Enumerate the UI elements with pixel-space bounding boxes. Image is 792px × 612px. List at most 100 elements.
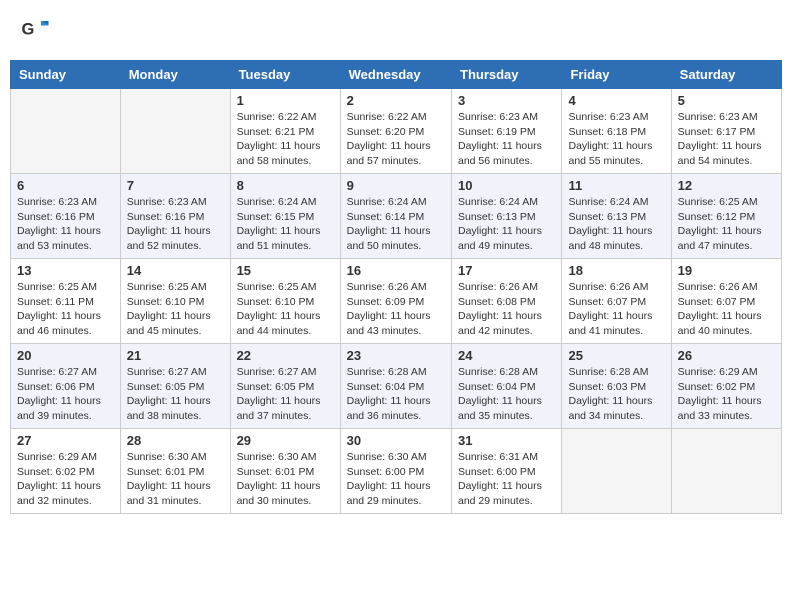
day-detail: Sunrise: 6:27 AMSunset: 6:05 PMDaylight:… — [237, 365, 334, 424]
day-number: 13 — [17, 263, 114, 278]
day-number: 3 — [458, 93, 555, 108]
day-detail: Sunrise: 6:29 AMSunset: 6:02 PMDaylight:… — [678, 365, 775, 424]
day-number: 15 — [237, 263, 334, 278]
calendar-cell: 28 Sunrise: 6:30 AMSunset: 6:01 PMDayligh… — [120, 429, 230, 514]
day-number: 19 — [678, 263, 775, 278]
day-number: 14 — [127, 263, 224, 278]
day-detail: Sunrise: 6:25 AMSunset: 6:12 PMDaylight:… — [678, 195, 775, 254]
logo-icon: G — [20, 15, 50, 45]
calendar-week-row: 1 Sunrise: 6:22 AMSunset: 6:21 PMDaylight… — [11, 89, 782, 174]
day-detail: Sunrise: 6:24 AMSunset: 6:13 PMDaylight:… — [458, 195, 555, 254]
day-detail: Sunrise: 6:31 AMSunset: 6:00 PMDaylight:… — [458, 450, 555, 509]
day-number: 23 — [347, 348, 445, 363]
page-header: G — [10, 10, 782, 50]
day-detail: Sunrise: 6:30 AMSunset: 6:00 PMDaylight:… — [347, 450, 445, 509]
calendar-cell: 16 Sunrise: 6:26 AMSunset: 6:09 PMDayligh… — [340, 259, 451, 344]
day-number: 10 — [458, 178, 555, 193]
calendar-cell: 6 Sunrise: 6:23 AMSunset: 6:16 PMDaylight… — [11, 174, 121, 259]
calendar-cell: 23 Sunrise: 6:28 AMSunset: 6:04 PMDayligh… — [340, 344, 451, 429]
day-detail: Sunrise: 6:30 AMSunset: 6:01 PMDaylight:… — [127, 450, 224, 509]
day-number: 25 — [568, 348, 664, 363]
day-detail: Sunrise: 6:26 AMSunset: 6:08 PMDaylight:… — [458, 280, 555, 339]
day-detail: Sunrise: 6:23 AMSunset: 6:18 PMDaylight:… — [568, 110, 664, 169]
calendar-cell: 25Sunrise: 6:28 AMSunset: 6:03 PMDayligh… — [562, 344, 671, 429]
day-detail: Sunrise: 6:23 AMSunset: 6:16 PMDaylight:… — [17, 195, 114, 254]
calendar-cell: 19 Sunrise: 6:26 AMSunset: 6:07 PMDayligh… — [671, 259, 781, 344]
calendar-cell: 15 Sunrise: 6:25 AMSunset: 6:10 PMDayligh… — [230, 259, 340, 344]
day-detail: Sunrise: 6:30 AMSunset: 6:01 PMDaylight:… — [237, 450, 334, 509]
calendar-cell: 22Sunrise: 6:27 AMSunset: 6:05 PMDayligh… — [230, 344, 340, 429]
day-detail: Sunrise: 6:24 AMSunset: 6:14 PMDaylight:… — [347, 195, 445, 254]
day-number: 6 — [17, 178, 114, 193]
svg-text:G: G — [22, 21, 35, 39]
calendar-cell: 8Sunrise: 6:24 AMSunset: 6:15 PMDaylight… — [230, 174, 340, 259]
calendar-cell: 17 Sunrise: 6:26 AMSunset: 6:08 PMDayligh… — [452, 259, 562, 344]
calendar-cell — [562, 429, 671, 514]
day-number: 9 — [347, 178, 445, 193]
column-header-friday: Friday — [562, 61, 671, 89]
calendar-cell — [671, 429, 781, 514]
calendar-week-row: 20Sunrise: 6:27 AMSunset: 6:06 PMDayligh… — [11, 344, 782, 429]
day-number: 17 — [458, 263, 555, 278]
day-number: 11 — [568, 178, 664, 193]
day-number: 16 — [347, 263, 445, 278]
day-detail: Sunrise: 6:26 AMSunset: 6:09 PMDaylight:… — [347, 280, 445, 339]
day-number: 26 — [678, 348, 775, 363]
calendar-cell: 4 Sunrise: 6:23 AMSunset: 6:18 PMDaylight… — [562, 89, 671, 174]
day-detail: Sunrise: 6:22 AMSunset: 6:21 PMDaylight:… — [237, 110, 334, 169]
logo: G — [20, 15, 54, 45]
calendar-cell: 2Sunrise: 6:22 AMSunset: 6:20 PMDaylight… — [340, 89, 451, 174]
day-number: 30 — [347, 433, 445, 448]
calendar-cell: 12 Sunrise: 6:25 AMSunset: 6:12 PMDayligh… — [671, 174, 781, 259]
day-number: 18 — [568, 263, 664, 278]
day-detail: Sunrise: 6:24 AMSunset: 6:13 PMDaylight:… — [568, 195, 664, 254]
calendar-cell: 7Sunrise: 6:23 AMSunset: 6:16 PMDaylight… — [120, 174, 230, 259]
calendar-cell: 29 Sunrise: 6:30 AMSunset: 6:01 PMDayligh… — [230, 429, 340, 514]
calendar-week-row: 13 Sunrise: 6:25 AMSunset: 6:11 PMDayligh… — [11, 259, 782, 344]
calendar-cell: 30 Sunrise: 6:30 AMSunset: 6:00 PMDayligh… — [340, 429, 451, 514]
day-number: 4 — [568, 93, 664, 108]
day-detail: Sunrise: 6:26 AMSunset: 6:07 PMDaylight:… — [678, 280, 775, 339]
day-number: 5 — [678, 93, 775, 108]
day-number: 7 — [127, 178, 224, 193]
column-header-tuesday: Tuesday — [230, 61, 340, 89]
calendar-header-row: SundayMondayTuesdayWednesdayThursdayFrid… — [11, 61, 782, 89]
day-detail: Sunrise: 6:27 AMSunset: 6:05 PMDaylight:… — [127, 365, 224, 424]
column-header-saturday: Saturday — [671, 61, 781, 89]
day-detail: Sunrise: 6:23 AMSunset: 6:19 PMDaylight:… — [458, 110, 555, 169]
calendar-cell: 31Sunrise: 6:31 AMSunset: 6:00 PMDayligh… — [452, 429, 562, 514]
day-number: 12 — [678, 178, 775, 193]
calendar-table: SundayMondayTuesdayWednesdayThursdayFrid… — [10, 60, 782, 514]
calendar-cell — [11, 89, 121, 174]
calendar-cell: 20Sunrise: 6:27 AMSunset: 6:06 PMDayligh… — [11, 344, 121, 429]
calendar-cell: 26 Sunrise: 6:29 AMSunset: 6:02 PMDayligh… — [671, 344, 781, 429]
calendar-cell: 27 Sunrise: 6:29 AMSunset: 6:02 PMDayligh… — [11, 429, 121, 514]
day-detail: Sunrise: 6:28 AMSunset: 6:04 PMDaylight:… — [458, 365, 555, 424]
calendar-cell: 18 Sunrise: 6:26 AMSunset: 6:07 PMDayligh… — [562, 259, 671, 344]
column-header-wednesday: Wednesday — [340, 61, 451, 89]
day-number: 29 — [237, 433, 334, 448]
calendar-cell: 24 Sunrise: 6:28 AMSunset: 6:04 PMDayligh… — [452, 344, 562, 429]
calendar-cell: 21 Sunrise: 6:27 AMSunset: 6:05 PMDayligh… — [120, 344, 230, 429]
calendar-week-row: 6 Sunrise: 6:23 AMSunset: 6:16 PMDaylight… — [11, 174, 782, 259]
day-detail: Sunrise: 6:24 AMSunset: 6:15 PMDaylight:… — [237, 195, 334, 254]
day-detail: Sunrise: 6:29 AMSunset: 6:02 PMDaylight:… — [17, 450, 114, 509]
day-number: 24 — [458, 348, 555, 363]
calendar-cell — [120, 89, 230, 174]
day-detail: Sunrise: 6:25 AMSunset: 6:10 PMDaylight:… — [237, 280, 334, 339]
day-number: 1 — [237, 93, 334, 108]
calendar-cell: 3 Sunrise: 6:23 AMSunset: 6:19 PMDaylight… — [452, 89, 562, 174]
column-header-thursday: Thursday — [452, 61, 562, 89]
day-detail: Sunrise: 6:23 AMSunset: 6:17 PMDaylight:… — [678, 110, 775, 169]
calendar-cell: 1 Sunrise: 6:22 AMSunset: 6:21 PMDaylight… — [230, 89, 340, 174]
day-number: 2 — [347, 93, 445, 108]
day-detail: Sunrise: 6:28 AMSunset: 6:04 PMDaylight:… — [347, 365, 445, 424]
day-number: 27 — [17, 433, 114, 448]
day-detail: Sunrise: 6:25 AMSunset: 6:11 PMDaylight:… — [17, 280, 114, 339]
day-number: 21 — [127, 348, 224, 363]
day-number: 28 — [127, 433, 224, 448]
column-header-sunday: Sunday — [11, 61, 121, 89]
calendar-cell: 13 Sunrise: 6:25 AMSunset: 6:11 PMDayligh… — [11, 259, 121, 344]
calendar-cell: 10 Sunrise: 6:24 AMSunset: 6:13 PMDayligh… — [452, 174, 562, 259]
day-detail: Sunrise: 6:26 AMSunset: 6:07 PMDaylight:… — [568, 280, 664, 339]
